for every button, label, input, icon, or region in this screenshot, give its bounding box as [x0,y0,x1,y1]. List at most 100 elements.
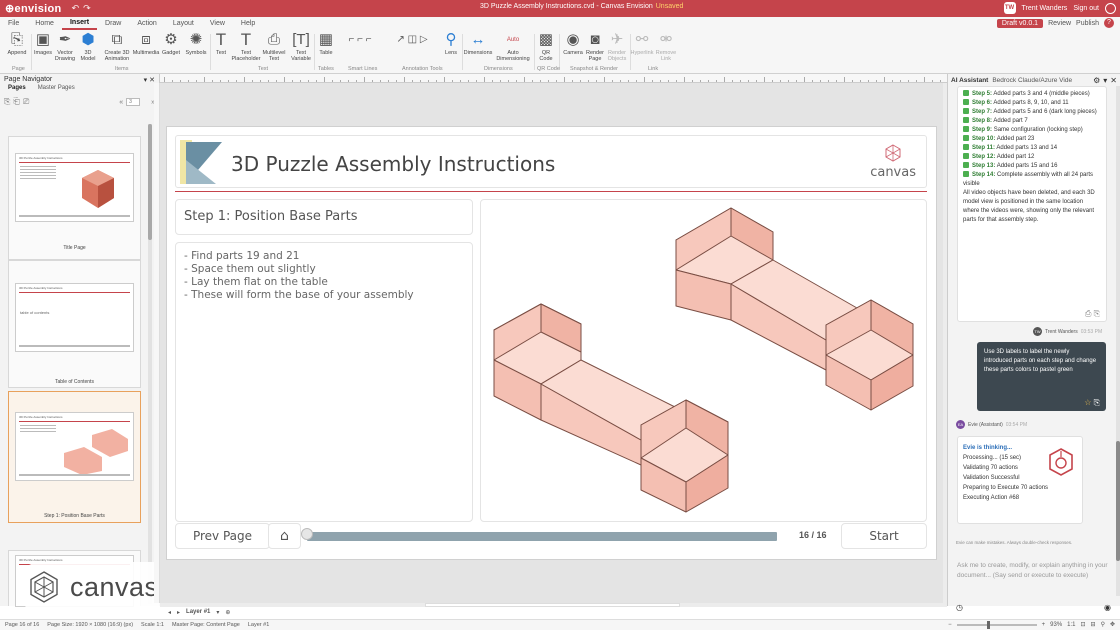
sign-out-link[interactable]: Sign out [1073,5,1099,12]
star-icon[interactable]: ☆ [1084,398,1091,407]
annotation-tools-gallery[interactable]: ↗ ◫ ▷ [384,32,440,50]
auto-dimensioning-button[interactable]: Auto Auto Dimensioning [496,32,530,62]
menu-file[interactable]: File [0,20,27,27]
zoom-slider-thumb[interactable] [986,620,990,629]
checkbox-icon [963,171,969,177]
dropdown-icon[interactable]: ▾ [144,77,148,84]
instruction-list-box[interactable]: - Find parts 19 and 21 - Space them out … [175,242,473,522]
render-objects-button[interactable]: ✈ Render Objects [606,32,628,62]
assistant-scrollbar[interactable] [1116,86,1120,596]
pan-icon[interactable]: ✥ [1110,621,1115,628]
menu-view[interactable]: View [202,20,233,27]
step-title-box[interactable]: Step 1: Position Base Parts [175,199,473,235]
vector-drawing-button[interactable]: ✒ Vector Drawing [54,32,76,62]
duplicate-page-icon[interactable]: ⎗ [13,97,19,107]
page-thumbnail-selected[interactable]: 3D Puzzle Assembly Instructions Step 1: … [8,391,141,523]
menu-help[interactable]: Help [233,20,263,27]
lens-button[interactable]: ⚲ Lens [442,32,460,56]
create-3d-animation-button[interactable]: ⧉ Create 3D Animation [103,32,131,62]
page-number-input[interactable]: 3 [126,98,141,106]
insert-icon[interactable]: ⎙ [1085,309,1091,318]
progress-knob[interactable] [301,528,313,540]
text-button[interactable]: T Text [212,31,230,56]
model-selector[interactable]: Bedrock Claude/Azure Vide... [992,77,1072,84]
page-thumbnail[interactable]: 3D Puzzle Assembly Instructions Title Pa… [8,136,141,260]
layer-next-icon[interactable]: ▸ [177,609,180,616]
step-text: Added parts 15 and 16 [996,163,1058,169]
gadget-label: Gadget [161,50,181,56]
scrollbar-thumb[interactable] [1116,441,1120,561]
qr-code-button[interactable]: ▩ QR Code [536,32,556,62]
render-page-button[interactable]: ◙ Render Page [585,32,605,62]
dropdown-icon[interactable]: ▾ [216,609,219,616]
add-layer-icon[interactable]: ⊕ [225,609,230,616]
help-icon[interactable]: ? [1104,18,1114,28]
progress-bar[interactable] [301,528,777,541]
undo-icon[interactable]: ↶ [72,3,80,14]
text-placeholder-label: Text Placeholder [231,50,261,62]
home-button[interactable]: ⌂ [268,523,301,549]
hyperlink-button[interactable]: ⚯ Hyperlink [631,32,654,56]
images-button[interactable]: ▣ Images [33,32,53,56]
menu-layout[interactable]: Layout [165,20,202,27]
record-icon[interactable]: ◉ [1104,603,1111,612]
user-avatar[interactable]: TW [1003,2,1016,14]
remove-link-button[interactable]: ⚮ Remove Link [655,32,677,62]
menu-action[interactable]: Action [129,20,164,27]
chat-input[interactable]: Ask me to create, modify, or explain any… [953,560,1115,596]
3d-model-button[interactable]: ⬢ 3D Model [78,32,98,62]
start-button[interactable]: Start [841,523,927,549]
zoom-actual-size-button[interactable]: 1:1 [1067,622,1075,628]
table-button[interactable]: ▦ Table [316,32,336,56]
history-icon[interactable]: ◷ [956,603,963,612]
prev-page-button[interactable]: Prev Page [175,523,270,549]
thumbnail-preview: 3D Puzzle Assembly Instructions table of… [15,283,134,352]
zoom-slider[interactable] [956,620,1037,629]
text-variable-button[interactable]: [T] Text Variable [289,32,313,62]
settings-icon[interactable]: ⚙ [1093,76,1100,85]
lens-icon: ⚲ [445,31,457,48]
copy-icon[interactable]: ⎘ [1094,398,1100,407]
page-navigator-scrollbar[interactable] [148,124,152,604]
delete-page-icon[interactable]: ⎚ [23,97,29,107]
camera-button[interactable]: ◉ Camera [562,32,584,56]
multilevel-text-button[interactable]: ⎙ Multilevel Text [261,32,287,62]
review-button[interactable]: Review [1048,20,1071,27]
zoom-out-icon[interactable]: − [948,622,952,628]
fit-width-icon[interactable]: ⊟ [1091,621,1096,628]
fit-page-icon[interactable]: ⊡ [1081,621,1086,628]
redo-icon[interactable]: ↷ [83,3,91,14]
tab-master-pages[interactable]: Master Pages [38,85,75,95]
scrollbar-thumb[interactable] [148,124,152,240]
draft-version-button[interactable]: Draft v0.0.1 [996,18,1044,28]
publish-button[interactable]: Publish [1076,20,1099,27]
gadget-button[interactable]: ⚙ Gadget [160,32,182,56]
page-thumbnail[interactable]: 3D Puzzle Assembly Instructions table of… [8,260,141,388]
append-button[interactable]: ⎘ Append [6,32,28,56]
3d-model-viewport[interactable] [480,199,927,522]
dropdown-icon[interactable]: ▾ [1103,76,1107,85]
add-page-icon[interactable]: ⎘ [4,97,10,107]
slide-page[interactable]: 3D Puzzle Assembly Instructions canvas S… [166,126,937,560]
assistant-summary: All video objects have been deleted, and… [963,190,1095,223]
zoom-in-icon[interactable]: + [1042,622,1046,628]
account-icon[interactable] [1105,2,1116,14]
layer-prev-icon[interactable]: ◂ [168,609,171,616]
menu-draw[interactable]: Draw [97,20,129,27]
copy-icon[interactable]: ⎘ [1094,309,1100,318]
prev-pages-icon[interactable]: « [119,99,123,106]
menu-home[interactable]: Home [27,20,62,27]
canvas-brand-text: canvas [870,165,916,180]
dimensions-button[interactable]: ↔ Dimensions [464,32,493,56]
text-placeholder-button[interactable]: T Text Placeholder [231,31,261,62]
symbols-button[interactable]: ✺ Symbols [184,32,208,56]
status-master-page: Master Page: Content Page [171,622,240,628]
close-icon[interactable]: ✕ [1110,76,1117,85]
menu-insert[interactable]: Insert [61,17,98,30]
ribbon-group-label: Annotation Tools [402,66,443,72]
zoom-icon[interactable]: ⚲ [1101,621,1105,628]
layer-selector[interactable]: Layer #1 [186,609,210,615]
multimedia-button[interactable]: ⧈ Multimedia [133,32,160,56]
smart-lines-gallery[interactable]: ⌐ ⌐ ⌐ [340,32,380,50]
tab-pages[interactable]: Pages [8,85,26,95]
